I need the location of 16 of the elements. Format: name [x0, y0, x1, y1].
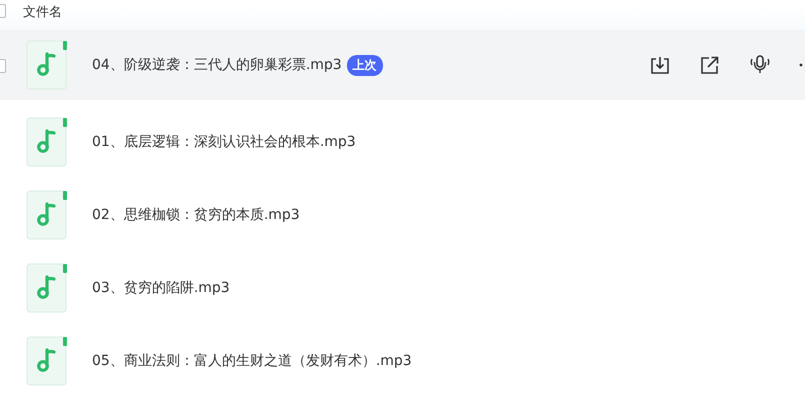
audio-file-icon — [26, 40, 68, 90]
column-header: 文件名 — [23, 4, 62, 21]
last-played-badge: 上次 — [346, 54, 383, 76]
audio-file-icon — [26, 190, 68, 240]
file-name[interactable]: 04、阶级逆袭：三代人的卵巢彩票.mp3 — [92, 56, 342, 74]
audio-file-icon — [26, 116, 68, 166]
file-name[interactable]: 01、底层逻辑：深刻认识社会的根本.mp3 — [92, 132, 356, 150]
download-icon[interactable] — [649, 54, 671, 76]
file-name[interactable]: 02、思维枷锁：贫穷的本质.mp3 — [92, 206, 300, 224]
microphone-icon[interactable] — [749, 54, 771, 76]
audio-file-icon — [26, 336, 68, 386]
file-row[interactable]: 04、阶级逆袭：三代人的卵巢彩票.mp3 上次 — [0, 30, 805, 100]
share-icon[interactable] — [699, 54, 721, 76]
file-name[interactable]: 05、商业法则：富人的生财之道（发财有术）.mp3 — [92, 352, 412, 370]
audio-file-icon — [26, 262, 68, 312]
file-name[interactable]: 03、贫穷的陷阱.mp3 — [92, 278, 230, 296]
